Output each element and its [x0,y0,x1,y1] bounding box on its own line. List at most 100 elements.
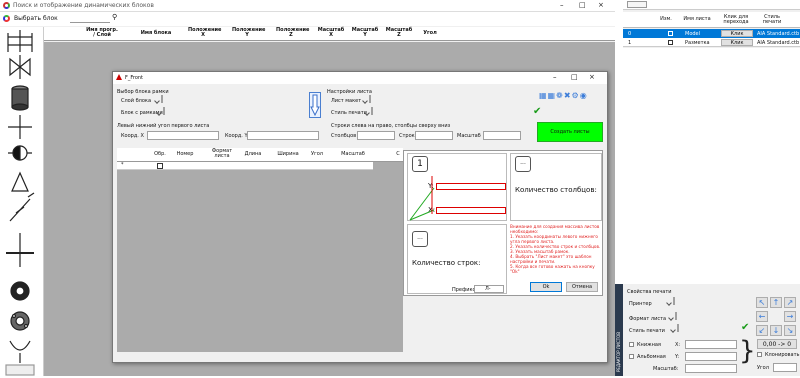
maximize-button[interactable]: □ [579,1,586,9]
select-block-combo[interactable] [70,14,110,23]
portrait-radio[interactable] [629,342,634,347]
sheets-table-header: Обр. Номер Формат листа Длина Ширина Уго… [117,148,403,162]
layout-link-button[interactable]: Клик [721,39,753,46]
cols-input[interactable] [357,131,395,140]
layout-num: 0 [628,31,632,37]
layout-checkbox[interactable] [668,31,673,36]
cancel-button[interactable]: Отмена [566,282,598,292]
layout-row[interactable]: 0 Model Клик AIA Standard.ctb [623,29,800,38]
layer-combo[interactable] [161,95,163,103]
col-scale-x[interactable]: Масштаб X [316,28,346,38]
valve-assembly-icon [7,30,33,52]
dialog-minimize-button[interactable]: – [553,73,557,81]
print-x-input[interactable] [685,340,737,349]
sheets-table[interactable]: Обр. Номер Формат листа Длина Ширина Уго… [117,148,403,352]
ok-button[interactable]: Ok [530,282,562,292]
minimize-button[interactable]: – [560,1,564,9]
corner-group-title: Левый нижний угол первого листа [117,123,210,129]
lh-changed[interactable]: Изм. [659,17,673,22]
layout-combo[interactable] [369,95,371,103]
layout-label: Лист макет [331,98,362,104]
lh-plot-style[interactable]: Стиль печати [757,15,787,25]
angle-label: Угол [757,365,769,371]
printer-combo[interactable] [673,297,675,305]
apply-check-icon[interactable]: ✔ [533,107,541,117]
close-button[interactable]: × [598,1,604,9]
view-tools-icons[interactable]: ▦▦❁✖⚙◉ [539,91,599,101]
arrow-left-icon[interactable]: ← [756,311,768,322]
clone-checkbox[interactable] [757,352,762,357]
refresh-icon[interactable] [3,15,10,22]
table-row[interactable]: * [117,162,373,170]
lh-sheet-name[interactable]: Имя листа [681,17,713,22]
th-more[interactable]: С [393,152,403,157]
arrow-down-left-icon[interactable]: ↙ [756,325,768,336]
search-icon[interactable]: ⚲ [112,13,117,21]
columns-count-label: Количество столбцов: [515,186,597,194]
coord-x-input[interactable] [147,131,219,140]
plot-style-label: Стиль печати [331,110,367,116]
dialog-close-button[interactable]: × [589,73,595,81]
origin-button[interactable]: 0,00 -> 0 [757,339,797,349]
frame-block-combo[interactable] [163,107,165,115]
layout-row[interactable]: 1 Разметка Клик AIA Standard.ctb [623,38,800,47]
print-y-input[interactable] [685,352,737,361]
arrow-down-right-icon[interactable]: ↘ [784,325,796,336]
angle-input[interactable] [773,363,797,372]
autocad-icon [116,74,122,80]
columns-dots-button[interactable]: ... [515,156,531,172]
print-style-combo[interactable] [677,324,679,332]
coord-y-label: Коорд. Y [225,133,248,139]
th-width[interactable]: Ширина [275,152,301,157]
layouts-toolbar [623,0,800,10]
arrow-up-right-icon[interactable]: ↗ [784,297,796,308]
th-number[interactable]: Номер [173,152,197,157]
arrow-down-icon[interactable]: ↓ [770,325,782,336]
orifice-icon [8,145,32,161]
rows-input[interactable] [415,131,453,140]
pipe-support-icon [6,233,34,267]
th-scale[interactable]: Масштаб [337,152,369,157]
arrow-up-left-icon[interactable]: ↖ [756,297,768,308]
prefix-input[interactable]: Л- [474,285,504,293]
layout-link-button[interactable]: Клик [721,30,753,37]
triangle-icon [11,171,29,192]
dialog-maximize-button[interactable]: □ [571,73,578,81]
create-sheets-button[interactable]: Создать листы [537,122,603,142]
plot-style-combo[interactable] [371,107,373,115]
col-scale-z[interactable]: Масштаб Z [384,28,414,38]
th-format[interactable]: Формат листа [207,149,237,159]
arrow-up-icon[interactable]: ↑ [770,297,782,308]
style-label: Стиль печати [629,328,665,334]
scale-input[interactable] [483,131,521,140]
toolbar: Выбрать блок ⚲ [0,12,615,26]
arrow-right-icon[interactable]: → [784,311,796,322]
th-angle[interactable]: Угол [307,152,327,157]
rows-dots-button[interactable]: ... [412,231,428,247]
side-tab[interactable]: РЕДАКТОР ЛИСТОВ [615,284,623,376]
col-angle[interactable]: Угол [418,31,442,36]
format-combo[interactable] [675,312,677,320]
th-length[interactable]: Длина [241,152,265,157]
th-process[interactable]: Обр. [151,152,169,157]
col-block-name[interactable]: Имя блока [136,31,176,36]
apply-print-style-icon[interactable]: ✔ [741,322,749,334]
col-pos-z[interactable]: Положение Z [276,28,309,38]
block-icons[interactable] [0,27,44,376]
layout-checkbox[interactable] [668,40,673,45]
process-checkbox[interactable] [157,163,163,169]
col-scale-y[interactable]: Масштаб Y [350,28,380,38]
col-pos-y[interactable]: Положение Y [232,28,265,38]
coord-y-input[interactable] [247,131,319,140]
landscape-radio[interactable] [629,354,634,359]
print-scale-input[interactable] [685,364,737,373]
arrow-down-icon[interactable] [309,92,321,118]
layouts-tool-button[interactable] [627,1,647,8]
col-pos-x[interactable]: Положение X [188,28,221,38]
layout-style: AIA Standard.ctb [757,40,800,46]
lh-link[interactable]: Клик для перехода [719,15,753,25]
motor-icon [11,85,29,111]
col-program-name[interactable]: Имя прогр. / Слой [86,28,118,38]
new-row-marker: * [121,162,124,168]
cup-icon [9,340,31,363]
